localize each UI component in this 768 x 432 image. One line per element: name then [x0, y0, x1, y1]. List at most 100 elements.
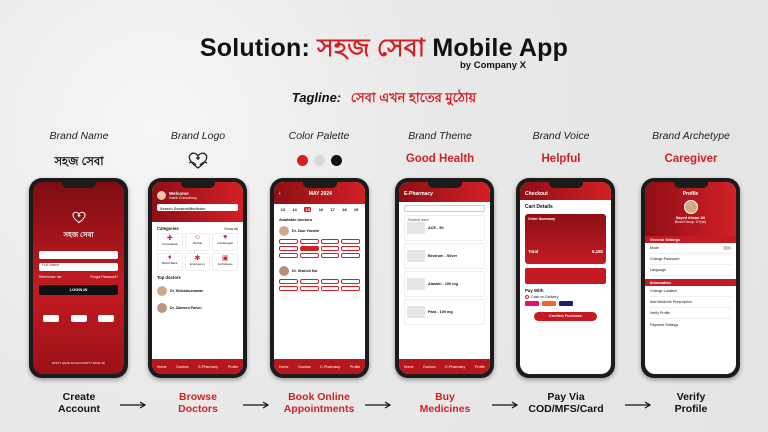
nav-home[interactable]: Home [404, 365, 414, 369]
time-slot[interactable] [299, 286, 319, 291]
bottom-nav: Home Doctors E-Pharmacy Profile [399, 359, 490, 374]
nav-home[interactable]: Home [157, 365, 167, 369]
mode-toggle[interactable] [723, 246, 731, 250]
time-slot-grid [279, 279, 360, 291]
pharmacy-title: E-Pharmacy [404, 191, 433, 197]
time-slot[interactable] [341, 279, 360, 284]
doctor-avatar [157, 302, 167, 313]
time-slot-selected[interactable] [299, 246, 319, 251]
time-slot[interactable] [279, 246, 298, 251]
confirm-purchase-button[interactable]: Confirm Purchase [534, 312, 597, 321]
profile-title: Profile [682, 191, 699, 197]
profile-blood-group: Blood Group: O+(ve) [674, 220, 707, 224]
calendar-day[interactable]: 16 [319, 207, 323, 212]
settings-item-change-password[interactable]: Change Password [650, 254, 731, 265]
nav-profile[interactable]: Profile [475, 365, 485, 369]
category-dentist[interactable]: ☺ Dentist [184, 233, 211, 251]
calendar-day[interactable]: 18 [342, 207, 346, 212]
color-palette [264, 155, 374, 166]
back-arrow-icon[interactable]: ‹ [279, 191, 281, 197]
category-consultation[interactable]: ✚ Consultation [157, 233, 183, 251]
time-slot[interactable] [341, 286, 360, 291]
settings-item-mode[interactable]: Mode [650, 243, 731, 254]
time-slot[interactable] [320, 253, 340, 258]
home-search-input[interactable]: Search Doctors/Medicine [157, 204, 238, 211]
flow-step-buy-medicines: Buy Medicines [390, 391, 500, 415]
pharmacy-search-input[interactable]: Search here [404, 205, 485, 222]
settings-item-language[interactable]: Language [650, 265, 731, 276]
info-item-verify-profile[interactable]: Verify Profile [650, 308, 731, 319]
info-item-label: Add Medicine Prescription [650, 300, 692, 304]
information-heading: Information [645, 279, 736, 286]
password-input[interactable]: Password [39, 263, 118, 279]
social-google-button[interactable] [43, 315, 59, 322]
time-slot[interactable] [279, 239, 298, 244]
nav-doctors[interactable]: Doctors [298, 365, 310, 369]
calendar-day[interactable]: 13 [281, 207, 285, 212]
general-settings-heading: General Settings [645, 236, 736, 243]
remember-me-checkbox[interactable]: Remember me [39, 275, 61, 279]
time-slot[interactable] [320, 246, 340, 251]
forgot-password-link[interactable]: Forgot Password? [90, 275, 118, 279]
time-slot[interactable] [341, 239, 360, 244]
time-slot[interactable] [299, 239, 319, 244]
payment-methods [520, 299, 611, 308]
info-item-add-prescription[interactable]: Add Medicine Prescription [650, 297, 731, 308]
calendar-month: MAY 2024 [308, 191, 332, 197]
value-brand-name: সহজ সেবা [54, 156, 104, 168]
medicine-name: Para - 100 mg [428, 310, 453, 314]
medicine-item[interactable]: Alaskin - 100 mg [404, 271, 485, 297]
nav-home[interactable]: Home [279, 365, 289, 369]
time-slot[interactable] [279, 286, 298, 291]
info-item-label: Payment Settings [650, 322, 679, 327]
nav-doctors[interactable]: Doctors [423, 365, 435, 369]
show-all-link[interactable]: Show All [224, 227, 238, 231]
category-blood-bank[interactable]: ♦ Blood Bank [157, 253, 183, 271]
category-grid: ✚ Consultation ☺ Dentist ♥ Cardiologist ♦ Bl… [152, 233, 243, 271]
category-label: Emergency [189, 262, 206, 266]
signup-link[interactable]: DON'T HAVE AN ACCOUNT? SIGN UP [33, 361, 124, 365]
doctor-card[interactable]: Dr. Shibbiruzzaman [152, 282, 243, 299]
time-slot[interactable] [279, 279, 298, 284]
calendar-day[interactable]: 17 [330, 207, 334, 212]
medicine-item[interactable]: Para - 100 mg [404, 299, 485, 325]
nav-profile[interactable]: Profile [350, 365, 360, 369]
delivery-address-card[interactable] [525, 268, 606, 284]
time-slot[interactable] [341, 246, 360, 251]
info-item-payment-settings[interactable]: Payment Settings [650, 319, 731, 330]
calendar-day[interactable]: 14 [292, 207, 296, 212]
time-slot[interactable] [279, 253, 298, 258]
login-logo: সহজ সেবা [33, 210, 124, 241]
social-facebook-button[interactable] [70, 315, 87, 322]
social-apple-button[interactable] [98, 315, 114, 322]
nav-epharmacy[interactable]: E-Pharmacy [198, 365, 218, 369]
full-name-input[interactable]: Full Name [39, 251, 118, 267]
profile-avatar[interactable] [683, 200, 698, 214]
category-emergency[interactable]: ✱ Emergency [184, 253, 211, 271]
login-button[interactable]: LOGIN IN [39, 285, 118, 295]
calendar-day-selected[interactable]: 15 [304, 207, 312, 212]
time-slot[interactable] [299, 253, 319, 258]
nav-epharmacy[interactable]: E-Pharmacy [445, 365, 465, 369]
cod-radio[interactable] [525, 295, 529, 299]
nav-epharmacy[interactable]: E-Pharmacy [320, 365, 340, 369]
nagad-option[interactable] [542, 301, 556, 306]
nav-profile[interactable]: Profile [228, 365, 238, 369]
medicine-item[interactable]: Bextrum - Silver [404, 243, 485, 269]
head-brand-name: Brand Name [49, 130, 109, 142]
category-ambulance[interactable]: ▣ Ambulance [212, 253, 238, 271]
calendar-day[interactable]: 19 [354, 207, 358, 212]
nav-doctors[interactable]: Doctors [176, 365, 188, 369]
category-cardiologist[interactable]: ♥ Cardiologist [212, 233, 238, 251]
settings-item-label: Change Password [650, 257, 680, 261]
time-slot[interactable] [320, 239, 340, 244]
avatar[interactable] [157, 191, 166, 200]
card-option[interactable] [559, 301, 573, 306]
bkash-option[interactable] [525, 301, 539, 306]
info-item-change-location[interactable]: Change Location [650, 286, 731, 297]
time-slot[interactable] [320, 286, 340, 291]
time-slot[interactable] [341, 253, 360, 258]
time-slot[interactable] [299, 279, 319, 284]
time-slot[interactable] [320, 279, 340, 284]
doctor-card[interactable]: Dr. Zaheera Parvin [152, 299, 243, 316]
